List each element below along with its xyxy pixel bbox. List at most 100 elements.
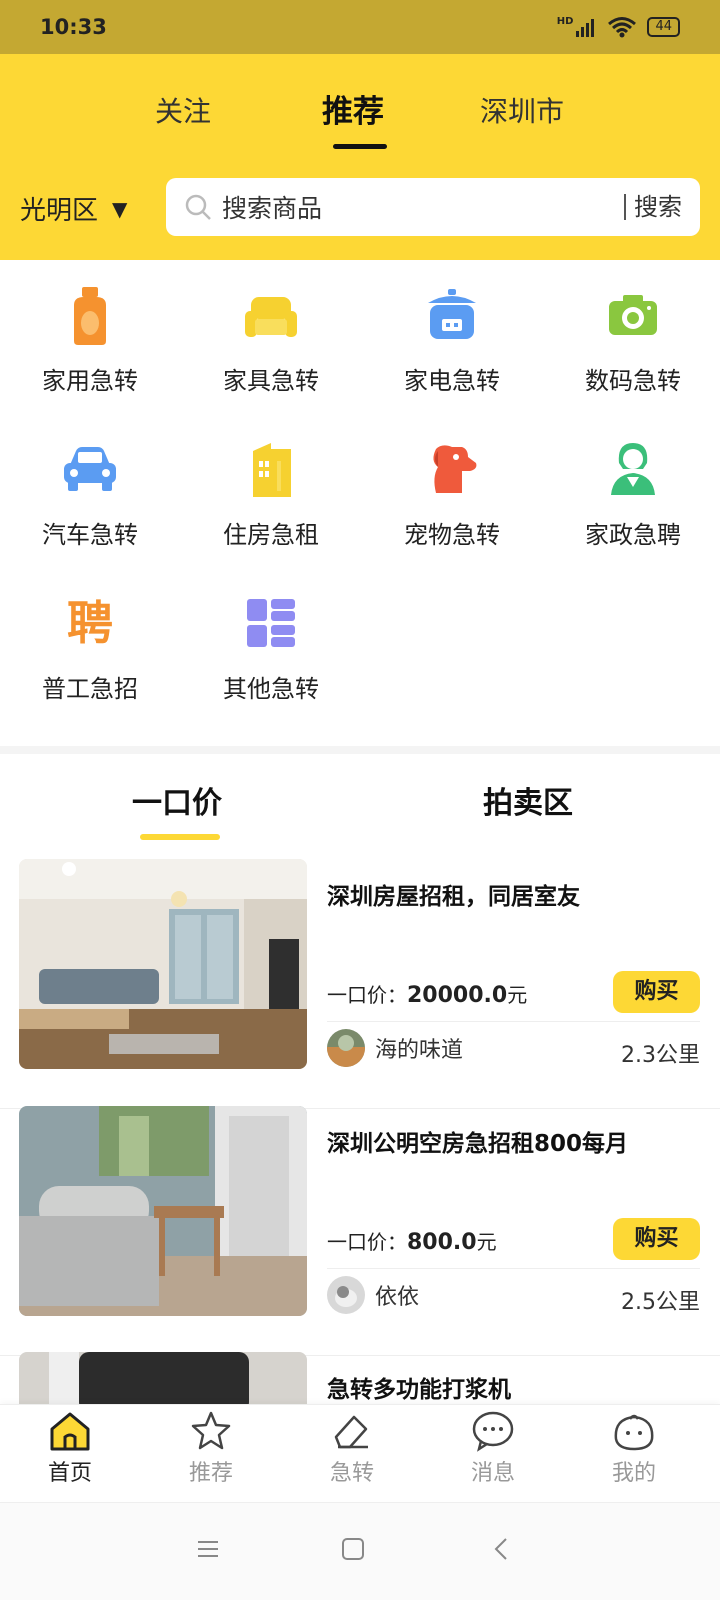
listing-title[interactable]: 深圳公明空房急招租800每月 [327,1124,628,1158]
tab-fixed-price[interactable]: 一口价 [132,778,222,822]
search-input[interactable]: 搜索商品 [222,189,624,225]
seller-name: 依依 [375,1285,420,1310]
tab-recommend[interactable]: 推荐 [322,86,384,131]
nav-label: 消息 [470,1461,515,1486]
nav-home[interactable]: 首页 [20,1409,120,1487]
system-nav-bar [0,1502,720,1600]
category-household[interactable]: 家用急转 [0,283,180,396]
listing-image[interactable] [19,1106,307,1316]
nav-messages[interactable]: 消息 [443,1409,543,1487]
avatar [327,1029,365,1067]
sofa-icon [245,297,297,337]
rice-cooker-icon [428,289,476,339]
category-appliance[interactable]: 家电急转 [362,283,542,396]
seller-info[interactable]: 海的味道 [327,1029,463,1067]
distance: 2.3公里 [621,1043,700,1068]
category-pet[interactable]: 宠物急转 [362,437,542,550]
category-housekeeping[interactable]: 家政急聘 [543,437,720,550]
category-housing[interactable]: 住房急租 [181,437,361,550]
status-time: 10:33 [40,15,107,39]
status-icons: HD 44 [557,16,680,38]
distance: 2.5公里 [621,1290,700,1315]
category-digital[interactable]: 数码急转 [543,283,720,396]
listing-price: 一口价：20000.0元 [327,979,527,1008]
profile-icon [614,1414,654,1451]
list-item[interactable]: 深圳房屋招租，同居室友 一口价：20000.0元 购买 海的味道 2.3公里 [0,859,720,1109]
nav-label: 急转 [329,1461,374,1486]
listing-title[interactable]: 深圳房屋招租，同居室友 [327,877,580,911]
price-value: 800.0 [407,1230,477,1255]
divider [327,1021,700,1022]
nav-label: 首页 [47,1461,92,1486]
listing-title[interactable]: 急转多功能打浆机 [327,1370,511,1404]
tab-follow[interactable]: 关注 [155,90,211,130]
bottom-nav: 首页 推荐 急转 消息 我的 [0,1404,720,1500]
back-icon[interactable] [490,1537,514,1561]
category-furniture[interactable]: 家具急转 [181,283,361,396]
nav-recommend[interactable]: 推荐 [161,1409,261,1487]
home-icon [50,1412,90,1451]
price-label: 一口价： [327,1230,407,1254]
price-unit: 元 [507,983,528,1007]
price-label: 一口价： [327,983,407,1007]
list-item[interactable]: 深圳公明空房急招租800每月 一口价：800.0元 购买 依依 2.5公里 [0,1106,720,1356]
listing-image[interactable] [19,859,307,1069]
menu-icon[interactable] [196,1537,220,1561]
category-other[interactable]: 其他急转 [181,591,361,704]
deal-tabs: 一口价 拍卖区 [0,754,720,844]
battery-icon: 44 [647,17,680,37]
listing-price: 一口价：800.0元 [327,1226,497,1255]
eraser-icon [334,1415,368,1449]
buy-button[interactable]: 购买 [613,971,700,1013]
nav-urgent[interactable]: 急转 [302,1409,402,1487]
category-label: 住房急租 [223,521,319,549]
nav-profile[interactable]: 我的 [584,1409,684,1487]
category-labor[interactable]: 聘 普工急招 [0,591,180,704]
buy-button[interactable]: 购买 [613,1218,700,1260]
grid-icon [247,599,295,647]
header: 关注 推荐 深圳市 光明区 ▼ 搜索商品 搜索 [0,54,720,260]
category-label: 宠物急转 [404,521,500,549]
deal-tab-underline [140,834,220,840]
seller-name: 海的味道 [375,1038,464,1063]
search-bar[interactable]: 搜索商品 搜索 [166,178,700,236]
category-label: 数码急转 [585,367,681,395]
district-selector[interactable]: 光明区 ▼ [20,190,127,227]
avatar [327,1276,365,1314]
car-icon [64,447,116,491]
home-square-icon[interactable] [341,1537,365,1561]
dog-icon [433,445,477,493]
category-label: 汽车急转 [42,521,138,549]
building-icon [253,443,291,497]
section-divider [0,746,720,754]
nav-label: 我的 [611,1461,656,1486]
nav-label: 推荐 [188,1461,233,1486]
camera-icon [609,295,657,335]
price-unit: 元 [476,1230,497,1254]
top-tabs: 关注 推荐 深圳市 [0,82,720,152]
tab-underline [333,144,387,149]
category-label: 家政急聘 [585,521,681,549]
district-label: 光明区 [20,196,99,226]
wifi-icon [608,17,637,38]
status-bar: 10:33 HD 44 [0,0,720,54]
category-car[interactable]: 汽车急转 [0,437,180,550]
category-label: 其他急转 [223,675,319,703]
search-icon [185,194,211,220]
category-label: 家电急转 [404,367,500,395]
caret-down-icon: ▼ [112,196,128,221]
tab-city[interactable]: 深圳市 [480,90,564,130]
category-label: 家具急转 [223,367,319,395]
seller-info[interactable]: 依依 [327,1276,419,1314]
divider [327,1268,700,1269]
search-button[interactable]: 搜索 [624,194,682,220]
star-icon [191,1411,231,1450]
tab-auction[interactable]: 拍卖区 [483,778,573,822]
category-label: 普工急招 [42,675,138,703]
listing-image[interactable] [19,1352,307,1404]
housekeeper-icon [611,443,655,495]
list-item[interactable]: 急转多功能打浆机 [0,1352,720,1404]
detergent-bottle-icon [74,287,106,345]
signal-icon: HD [557,17,598,37]
price-value: 20000.0 [407,983,508,1008]
